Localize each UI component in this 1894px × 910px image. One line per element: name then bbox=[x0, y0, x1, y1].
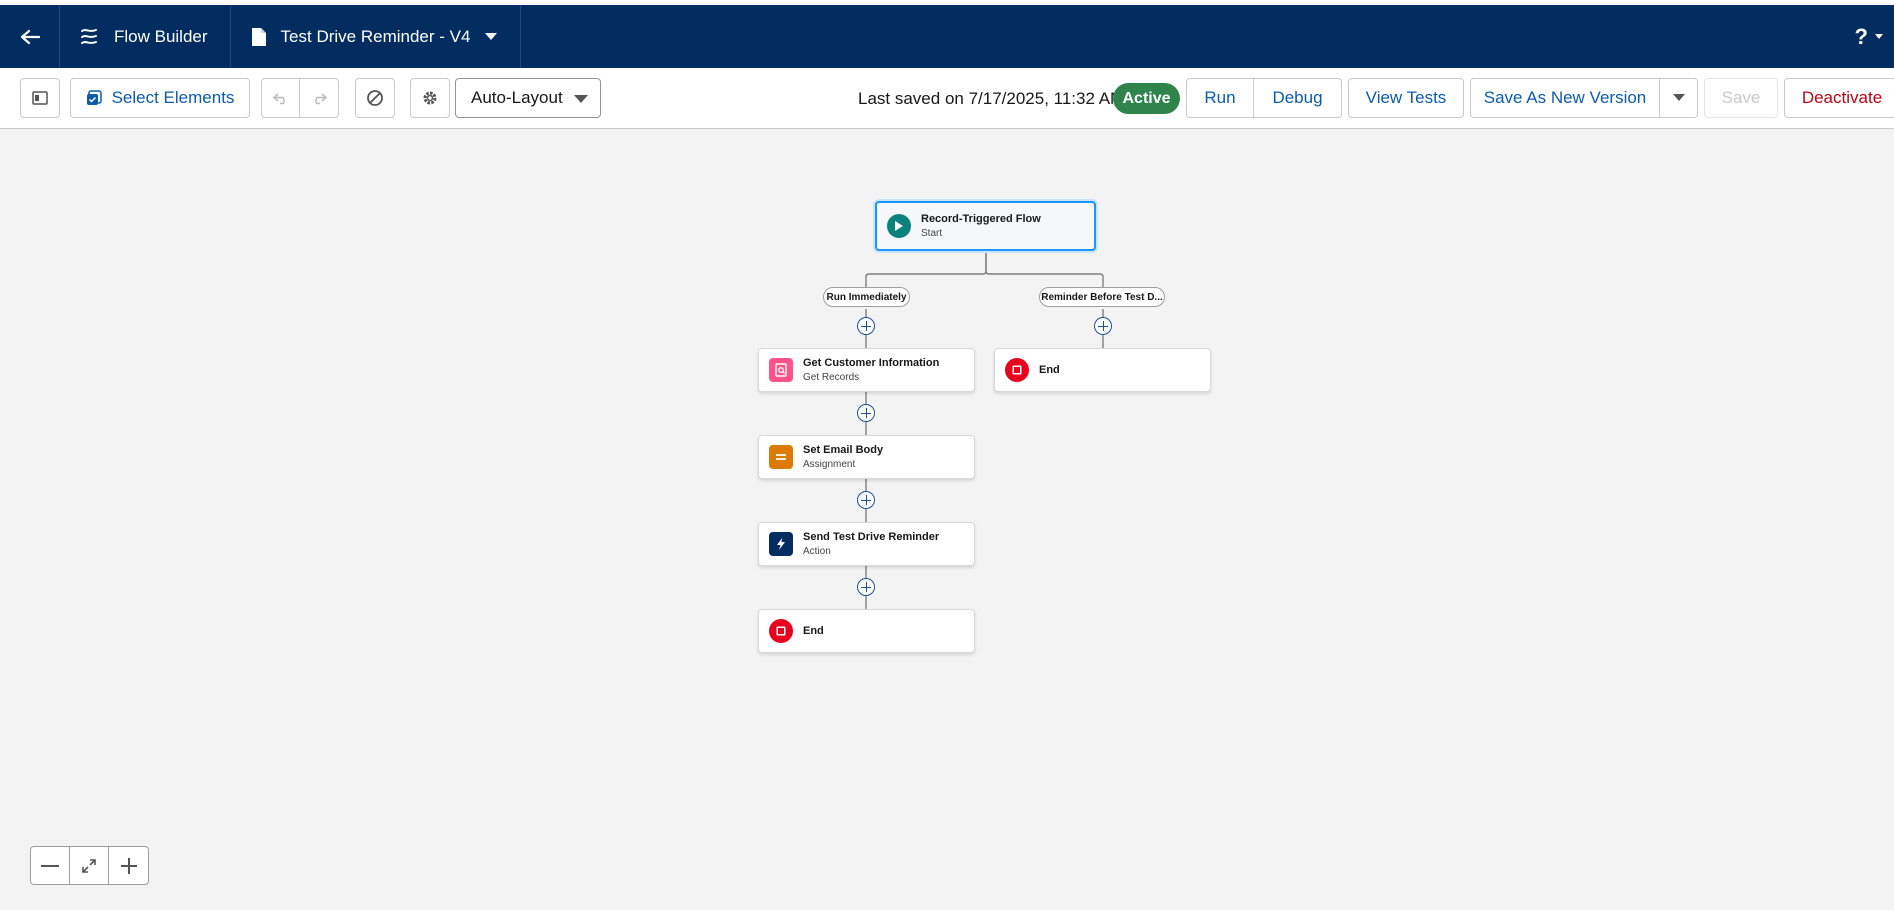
back-button[interactable] bbox=[0, 5, 60, 68]
chevron-down-icon bbox=[574, 95, 588, 103]
zoom-in-button[interactable] bbox=[109, 847, 148, 884]
start-node-subtitle: Start bbox=[921, 228, 943, 239]
start-node-title: Record-Triggered Flow bbox=[921, 213, 1041, 225]
toggle-panel-button[interactable] bbox=[20, 78, 60, 118]
minus-icon bbox=[41, 864, 59, 867]
zoom-out-button[interactable] bbox=[31, 847, 70, 884]
panel-icon bbox=[32, 91, 48, 105]
add-element-button[interactable] bbox=[857, 491, 875, 509]
element-type: Get Records bbox=[803, 372, 860, 383]
add-element-button[interactable] bbox=[1094, 317, 1112, 335]
flow-element-get-records[interactable]: Get Customer Information Get Records bbox=[758, 348, 975, 392]
get-records-icon bbox=[769, 358, 793, 382]
element-type: Action bbox=[803, 546, 831, 557]
layout-select-value: Auto-Layout bbox=[471, 88, 563, 107]
flow-canvas[interactable]: Record-Triggered Flow Start Run Immediat… bbox=[0, 129, 1894, 910]
save-version-group: Save As New Version bbox=[1470, 78, 1698, 118]
path-label-scheduled[interactable]: Reminder Before Test D... bbox=[1039, 287, 1165, 307]
app-title-area: Flow Builder bbox=[60, 5, 231, 68]
start-node[interactable]: Record-Triggered Flow Start bbox=[875, 201, 1096, 251]
settings-button[interactable] bbox=[410, 78, 450, 118]
save-options-button[interactable] bbox=[1660, 78, 1698, 118]
chevron-down-icon bbox=[485, 32, 498, 40]
assignment-icon bbox=[769, 445, 793, 469]
add-element-button[interactable] bbox=[857, 578, 875, 596]
chevron-down-icon bbox=[1875, 33, 1883, 39]
last-saved-text: Last saved on 7/17/2025, 11:32 AM bbox=[858, 89, 1125, 108]
layout-select[interactable]: Auto-Layout bbox=[455, 78, 601, 118]
toolbar: Select Elements Auto-Layout Last saved o… bbox=[0, 68, 1894, 129]
app-header: Flow Builder Test Drive Reminder - V4 ? bbox=[0, 0, 1894, 68]
add-element-button[interactable] bbox=[857, 404, 875, 422]
flow-element-action[interactable]: Send Test Drive Reminder Action bbox=[758, 522, 975, 566]
save-button[interactable]: Save bbox=[1704, 78, 1778, 118]
run-debug-group: Run Debug bbox=[1186, 78, 1342, 118]
select-icon bbox=[86, 90, 102, 105]
element-title: Send Test Drive Reminder bbox=[803, 531, 940, 543]
element-title: Get Customer Information bbox=[803, 357, 940, 369]
path-label-run-immediately[interactable]: Run Immediately bbox=[823, 287, 910, 307]
element-title: End bbox=[1039, 364, 1060, 376]
app-name: Flow Builder bbox=[114, 26, 208, 46]
select-elements-button[interactable]: Select Elements bbox=[70, 78, 250, 118]
undo-redo-group bbox=[261, 78, 339, 118]
element-title: End bbox=[803, 625, 824, 637]
flow-element-end-scheduled[interactable]: End bbox=[994, 348, 1211, 392]
back-arrow-icon bbox=[20, 29, 40, 44]
end-icon bbox=[769, 619, 793, 643]
element-type: Assignment bbox=[803, 459, 856, 470]
redo-icon bbox=[315, 93, 327, 105]
save-as-new-version-button[interactable]: Save As New Version bbox=[1470, 78, 1660, 118]
play-icon bbox=[887, 214, 911, 238]
plus-icon bbox=[120, 857, 137, 874]
fit-to-view-button[interactable] bbox=[70, 847, 109, 884]
help-menu[interactable]: ? bbox=[1855, 5, 1894, 68]
status-badge: Active bbox=[1113, 83, 1180, 114]
action-icon bbox=[769, 532, 793, 556]
debug-button[interactable]: Debug bbox=[1254, 78, 1342, 118]
chevron-down-icon bbox=[1672, 94, 1685, 101]
flow-element-assignment[interactable]: Set Email Body Assignment bbox=[758, 435, 975, 479]
add-element-button[interactable] bbox=[857, 317, 875, 335]
document-icon bbox=[251, 27, 266, 46]
gear-icon bbox=[423, 91, 437, 105]
cancel-action-button[interactable] bbox=[355, 78, 395, 118]
expand-icon bbox=[82, 858, 96, 873]
redo-button[interactable] bbox=[300, 78, 339, 118]
element-title: Set Email Body bbox=[803, 444, 884, 456]
undo-button[interactable] bbox=[261, 78, 300, 118]
flow-element-end[interactable]: End bbox=[758, 609, 975, 653]
run-button[interactable]: Run bbox=[1186, 78, 1254, 118]
ban-icon bbox=[367, 90, 383, 106]
flow-name: Test Drive Reminder - V4 bbox=[280, 26, 471, 46]
help-icon: ? bbox=[1854, 23, 1868, 49]
zoom-controls bbox=[30, 846, 149, 885]
flow-file-menu[interactable]: Test Drive Reminder - V4 bbox=[231, 5, 522, 68]
view-tests-button[interactable]: View Tests bbox=[1348, 78, 1464, 118]
flow-builder-icon bbox=[81, 28, 97, 44]
select-elements-label: Select Elements bbox=[111, 88, 235, 107]
end-icon bbox=[1005, 358, 1029, 382]
undo-icon bbox=[272, 93, 285, 105]
deactivate-button[interactable]: Deactivate bbox=[1784, 78, 1894, 118]
